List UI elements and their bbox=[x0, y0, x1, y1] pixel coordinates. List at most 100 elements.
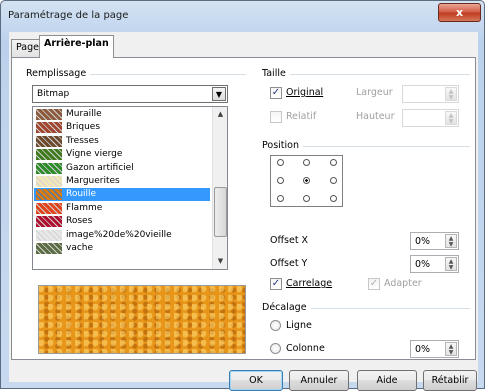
position-point-top-right[interactable] bbox=[330, 159, 337, 166]
bitmap-list[interactable]: Muraille Briques Tresses Vigne vierge Gazon … bbox=[32, 106, 228, 270]
position-point-top[interactable] bbox=[303, 159, 310, 166]
position-point-center[interactable] bbox=[303, 177, 310, 184]
scroll-down-icon[interactable]: ▼ bbox=[214, 254, 227, 269]
spin-icon[interactable]: ▲ ▼ bbox=[445, 87, 457, 101]
close-button[interactable]: x bbox=[438, 3, 481, 22]
adapter-label: Adapter bbox=[384, 278, 422, 289]
largeur-label: Largeur bbox=[356, 87, 393, 98]
spin-icon[interactable]: ▲ ▼ bbox=[445, 257, 457, 271]
ok-button[interactable]: OK bbox=[229, 370, 283, 391]
ligne-radio[interactable] bbox=[270, 320, 281, 331]
hauteur-field[interactable]: ▲ ▼ bbox=[402, 109, 459, 127]
position-point-top-left[interactable] bbox=[277, 159, 284, 166]
list-item[interactable]: Flamme bbox=[34, 202, 210, 215]
list-item-label: Vigne vierge bbox=[66, 149, 123, 160]
list-item[interactable]: Rouille bbox=[34, 188, 210, 202]
bitmap-thumbnail bbox=[36, 149, 62, 161]
bitmap-thumbnail bbox=[36, 135, 62, 147]
largeur-field[interactable]: ▲ ▼ bbox=[402, 85, 459, 103]
retablir-button[interactable]: Rétablir bbox=[423, 370, 477, 391]
colonne-field[interactable]: 0% ▲ ▼ bbox=[410, 340, 459, 358]
page-setup-dialog: Paramétrage de la page x Page Arrière-pl… bbox=[0, 0, 485, 391]
bitmap-preview bbox=[38, 285, 246, 354]
original-label: Original bbox=[286, 87, 324, 98]
adapter-checkbox[interactable]: ✓ bbox=[368, 278, 380, 290]
list-item-label: vache bbox=[66, 243, 94, 253]
list-item-label: Roses bbox=[66, 216, 93, 227]
tab-arriere-plan[interactable]: Arrière-plan bbox=[39, 35, 114, 58]
position-selector[interactable] bbox=[270, 155, 343, 207]
offset-y-label: Offset Y bbox=[270, 258, 308, 269]
chevron-down-icon[interactable]: ▼ bbox=[212, 87, 226, 101]
list-item[interactable]: Marguerites bbox=[34, 175, 210, 188]
colonne-value: 0% bbox=[415, 344, 431, 355]
list-item[interactable]: Roses bbox=[34, 215, 210, 228]
offset-x-field[interactable]: 0% ▲ ▼ bbox=[410, 232, 459, 250]
position-point-left[interactable] bbox=[277, 177, 284, 184]
size-group-label: Taille bbox=[262, 68, 290, 79]
aide-button[interactable]: Aide bbox=[357, 370, 417, 391]
offset-y-field[interactable]: 0% ▲ ▼ bbox=[410, 255, 459, 273]
offset-x-label: Offset X bbox=[270, 235, 309, 246]
colonne-radio[interactable] bbox=[270, 343, 281, 354]
bitmap-thumbnail bbox=[36, 229, 62, 241]
spin-icon[interactable]: ▲ ▼ bbox=[445, 234, 457, 248]
carrelage-checkbox[interactable]: ✓ bbox=[270, 278, 282, 290]
bitmap-thumbnail bbox=[36, 109, 62, 120]
list-item-label: image%20de%20vieille bbox=[66, 229, 172, 240]
position-group-label: Position bbox=[262, 140, 303, 151]
list-item-label: Briques bbox=[66, 122, 101, 133]
list-item-label: Marguerites bbox=[66, 176, 120, 186]
bitmap-thumbnail bbox=[36, 162, 62, 174]
check-icon: ✓ bbox=[271, 87, 281, 98]
relatif-label: Relatif bbox=[286, 111, 317, 122]
hauteur-label: Hauteur bbox=[356, 111, 395, 122]
check-icon: ✓ bbox=[369, 278, 379, 289]
size-group-line bbox=[262, 74, 470, 75]
tab-panel: Remplissage Bitmap ▼ Muraille Briques Tres… bbox=[11, 57, 476, 360]
offset-y-value: 0% bbox=[415, 259, 431, 270]
carrelage-label: Carrelage bbox=[286, 278, 333, 289]
bitmap-thumbnail bbox=[36, 122, 62, 134]
position-point-right[interactable] bbox=[330, 177, 337, 184]
bitmap-thumbnail bbox=[36, 216, 62, 228]
scroll-thumb[interactable] bbox=[214, 187, 227, 237]
list-item[interactable]: Tresses bbox=[34, 135, 210, 148]
list-item-label: Tresses bbox=[66, 135, 99, 146]
bitmap-thumbnail bbox=[36, 189, 62, 201]
dialog-title: Paramétrage de la page bbox=[8, 10, 129, 21]
annuler-button[interactable]: Annuler bbox=[289, 370, 349, 391]
tab-page[interactable]: Page bbox=[11, 39, 40, 58]
list-item-label: Muraille bbox=[66, 109, 102, 119]
offset-group-label: Décalage bbox=[262, 302, 311, 313]
bitmap-thumbnail bbox=[36, 202, 62, 214]
position-point-bottom-left[interactable] bbox=[277, 195, 284, 202]
list-item[interactable]: vache bbox=[34, 242, 210, 255]
bitmap-thumbnail bbox=[36, 176, 62, 187]
fill-group-label: Remplissage bbox=[26, 68, 91, 79]
list-item[interactable]: Gazon artificiel bbox=[34, 162, 210, 175]
spin-icon[interactable]: ▲ ▼ bbox=[445, 111, 457, 125]
list-item[interactable]: Vigne vierge bbox=[34, 148, 210, 161]
tab-bar: Page Arrière-plan bbox=[9, 32, 478, 58]
ligne-label: Ligne bbox=[286, 320, 312, 331]
list-item[interactable]: image%20de%20vieille bbox=[34, 229, 210, 242]
position-point-bottom-right[interactable] bbox=[330, 195, 337, 202]
close-icon: x bbox=[455, 6, 464, 19]
original-checkbox[interactable]: ✓ bbox=[270, 87, 282, 99]
offset-x-value: 0% bbox=[415, 236, 431, 247]
list-item[interactable]: Briques bbox=[34, 121, 210, 134]
list-item[interactable]: Muraille bbox=[34, 108, 210, 121]
fill-type-select[interactable]: Bitmap ▼ bbox=[32, 85, 228, 103]
relatif-checkbox[interactable] bbox=[270, 111, 282, 123]
scroll-up-icon[interactable]: ▲ bbox=[214, 107, 227, 122]
dialog-client: Page Arrière-plan Remplissage Bitmap ▼ M… bbox=[9, 32, 478, 391]
spin-icon[interactable]: ▲ ▼ bbox=[445, 342, 457, 356]
list-scrollbar[interactable]: ▲ ▼ bbox=[212, 107, 227, 269]
list-item-label: Rouille bbox=[66, 189, 97, 200]
position-point-bottom[interactable] bbox=[303, 195, 310, 202]
fill-type-value: Bitmap bbox=[37, 89, 70, 99]
check-icon: ✓ bbox=[271, 278, 281, 289]
colonne-label: Colonne bbox=[286, 343, 325, 354]
bitmap-thumbnail bbox=[36, 243, 62, 254]
